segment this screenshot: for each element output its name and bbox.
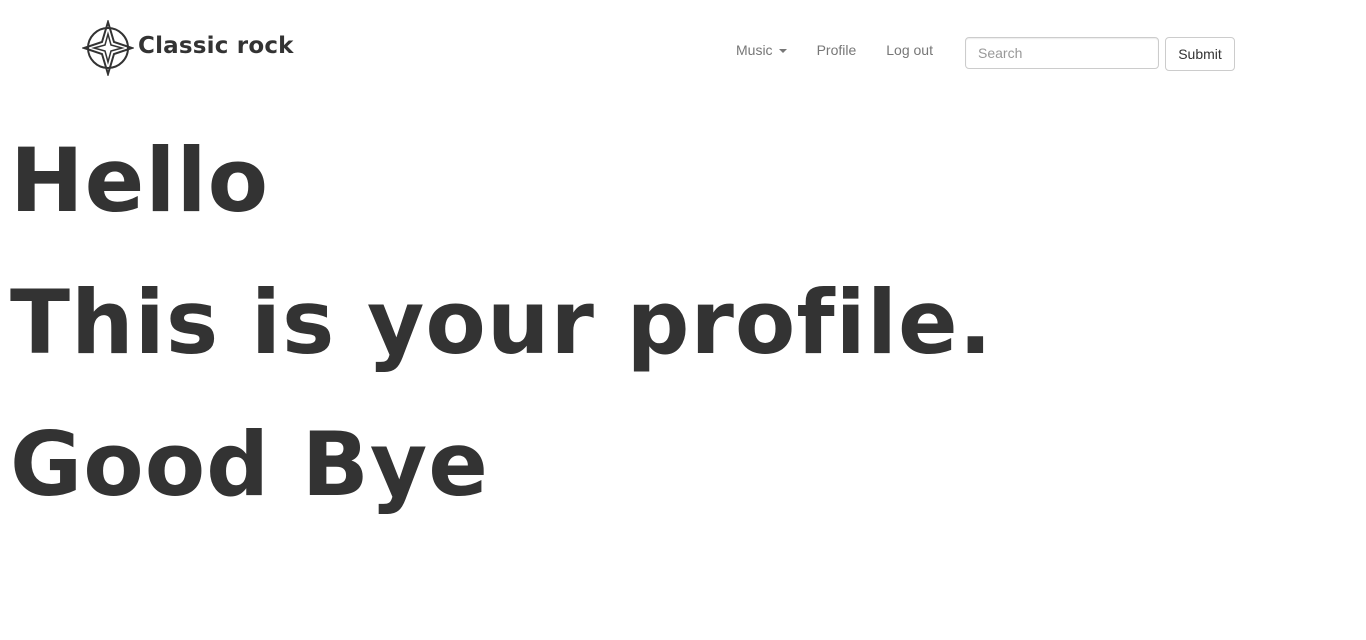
brand-link[interactable]: Classic rock: [82, 20, 294, 76]
nav-music-dropdown[interactable]: Music: [736, 40, 787, 60]
navbar: Classic rock Music Profile Log out Submi…: [0, 0, 1366, 100]
compass-star-icon: [82, 20, 134, 76]
farewell-heading: Good Bye: [10, 413, 489, 516]
profile-message-heading: This is your profile.: [10, 271, 994, 374]
nav-profile-link[interactable]: Profile: [817, 40, 857, 60]
caret-down-icon: [778, 49, 787, 53]
brand-name: Classic rock: [138, 33, 294, 59]
nav-menu: Music Profile Log out: [736, 40, 933, 60]
search-input[interactable]: [965, 37, 1159, 69]
main-content: Hello This is your profile. Good Bye: [10, 110, 993, 536]
submit-button[interactable]: Submit: [1165, 37, 1235, 71]
nav-logout-link[interactable]: Log out: [886, 40, 933, 60]
nav-music-label: Music: [736, 42, 773, 58]
greeting-heading: Hello: [10, 129, 270, 232]
